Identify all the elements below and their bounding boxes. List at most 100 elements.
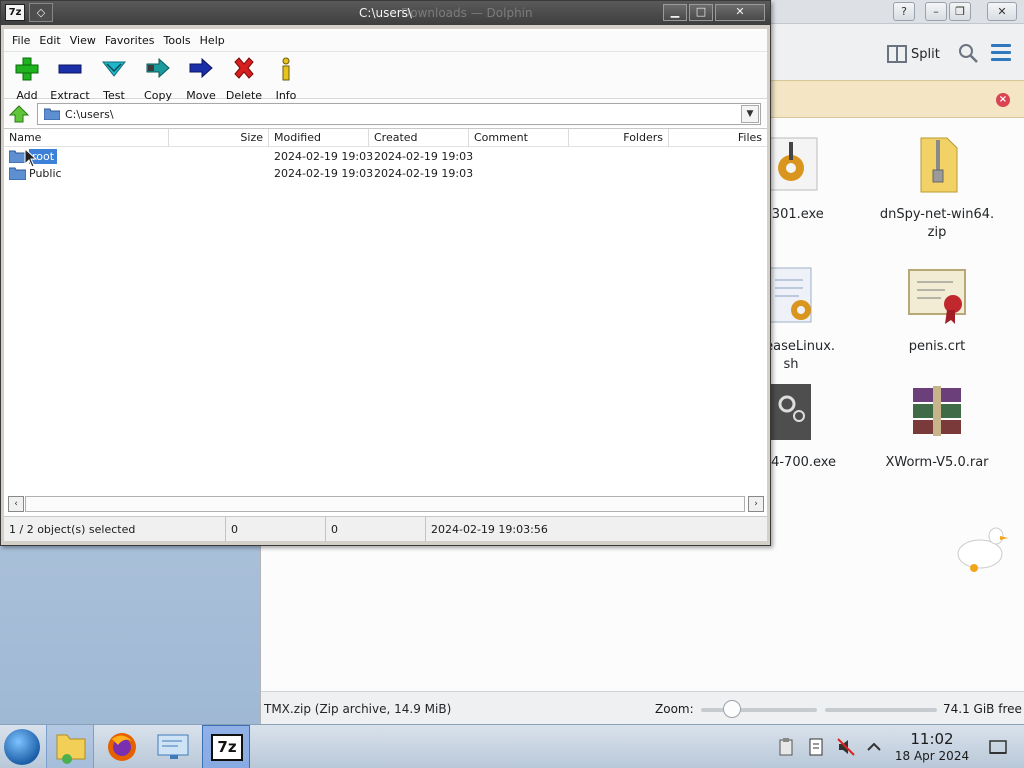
scrollbar-track[interactable] [25, 496, 745, 512]
menu-view[interactable]: View [67, 31, 102, 51]
sevenzip-window: Downloads — Dolphin C:\users\ 7z ◇ ▁ □ ✕… [0, 0, 771, 546]
scroll-right-icon[interactable]: › [748, 496, 764, 512]
split-view-icon [887, 45, 907, 63]
menu-help[interactable]: Help [197, 31, 231, 51]
column-header-modified[interactable]: Modified [269, 129, 369, 147]
file-list: Name Size Modified Created Comment Folde… [4, 128, 767, 513]
close-button[interactable]: ✕ [715, 4, 765, 21]
minimize-button[interactable]: – [925, 2, 947, 21]
hamburger-menu-icon[interactable] [991, 44, 1011, 62]
menu-favorites[interactable]: Favorites [102, 31, 161, 51]
sevenzip-client-area: File Edit View Favorites Tools Help Add … [4, 29, 767, 542]
monitor-settings-icon [157, 734, 189, 759]
window-title: C:\users\ [359, 6, 412, 20]
copy-arrow-icon [146, 57, 170, 79]
show-desktop-icon[interactable] [988, 737, 1008, 757]
close-button[interactable]: ✕ [987, 2, 1017, 21]
up-arrow-icon[interactable] [8, 104, 30, 124]
desktop-goose-icon [957, 527, 1008, 572]
maximize-button[interactable]: ❐ [949, 2, 971, 21]
column-header-name[interactable]: Name [4, 129, 169, 147]
help-button[interactable]: ? [893, 2, 915, 21]
column-header-size[interactable]: Size [169, 129, 269, 147]
chevron-up-icon[interactable] [864, 737, 884, 757]
taskbar-7zip[interactable]: 7z [202, 725, 250, 768]
taskbar: 7z 11:02 18 Apr 2024 [0, 724, 1024, 768]
taskbar-file-manager[interactable] [46, 725, 94, 768]
scroll-left-icon[interactable]: ‹ [8, 496, 24, 512]
copy-button[interactable]: Copy [136, 54, 180, 102]
clock-time[interactable]: 11:02 [902, 730, 962, 748]
zoom-slider-track[interactable] [701, 708, 817, 712]
status-date: 2024-02-19 19:03:56 [431, 523, 548, 536]
banner-close-icon[interactable]: × [996, 93, 1010, 107]
sevenzip-app-icon[interactable]: 7z [5, 4, 25, 21]
horizontal-scrollbar[interactable]: ‹ › [8, 496, 765, 514]
zip-icon [920, 137, 958, 193]
column-header-comment[interactable]: Comment [469, 129, 569, 147]
file-item[interactable]: XWorm-V5.0.rar [877, 382, 997, 472]
split-button[interactable]: Split [887, 42, 940, 66]
status-bar: 1 / 2 object(s) selected 0 0 2024-02-19 … [4, 516, 767, 542]
taskbar-firefox[interactable] [98, 725, 146, 768]
toolbar: Add Extract Test Copy Move Delete Info [4, 51, 767, 102]
test-button[interactable]: Test [92, 54, 136, 102]
file-item[interactable]: dnSpy-net-win64. zip [877, 134, 997, 242]
menu-edit[interactable]: Edit [36, 31, 66, 51]
split-label: Split [911, 46, 940, 62]
folder-icon [9, 167, 26, 180]
notes-tray-icon[interactable] [806, 737, 826, 757]
file-label: penis.crt [908, 339, 966, 354]
column-headers: Name Size Modified Created Comment Folde… [4, 129, 767, 147]
rar-icon [913, 386, 961, 436]
checkmark-icon [101, 61, 127, 77]
row-created: 2024-02-19 19:03 [374, 167, 474, 180]
sevenzip-titlebar[interactable]: Downloads — Dolphin C:\users\ 7z ◇ ▁ □ ✕ [1, 1, 770, 25]
zoom-slider-handle[interactable] [723, 700, 741, 718]
column-header-folders[interactable]: Folders [569, 129, 669, 147]
minus-icon [58, 64, 82, 74]
extract-button[interactable]: Extract [48, 54, 92, 102]
free-space-text: 74.1 GiB free [943, 702, 1022, 716]
delete-button[interactable]: Delete [222, 54, 266, 102]
search-icon[interactable] [957, 42, 979, 64]
table-row[interactable]: Public 2024-02-19 19:03 2024-02-19 19:03 [4, 165, 767, 182]
path-combobox[interactable]: C:\users\ ▼ [37, 103, 761, 125]
zoom-label: Zoom: [655, 702, 694, 716]
dolphin-statusbar: TMX.zip (Zip archive, 14.9 MiB) Zoom: 74… [261, 692, 1024, 724]
folder-icon [44, 108, 60, 120]
status-packed-size: 0 [326, 517, 426, 542]
minimize-button[interactable]: ▁ [663, 4, 687, 21]
column-header-created[interactable]: Created [369, 129, 469, 147]
menu-bar: File Edit View Favorites Tools Help [4, 31, 767, 51]
move-arrow-icon [189, 57, 213, 79]
menu-tools[interactable]: Tools [161, 31, 197, 51]
volume-muted-icon[interactable] [836, 737, 856, 757]
info-icon [282, 57, 290, 81]
info-button[interactable]: Info [264, 54, 308, 102]
clipboard-tray-icon[interactable] [776, 737, 796, 757]
certificate-icon [908, 269, 966, 324]
chevron-down-icon[interactable]: ▼ [741, 105, 759, 123]
menu-file[interactable]: File [9, 31, 36, 51]
path-text: C:\users\ [65, 108, 114, 121]
file-label: dnSpy-net-win64. zip [879, 207, 995, 240]
add-button[interactable]: Add [5, 54, 49, 102]
start-menu-icon[interactable] [4, 729, 40, 765]
free-space-bar [825, 708, 937, 712]
address-bar: C:\users\ ▼ [4, 101, 767, 127]
move-button[interactable]: Move [179, 54, 223, 102]
sevenzip-taskbar-icon: 7z [211, 734, 243, 761]
file-label: XWorm-V5.0.rar [885, 455, 989, 470]
row-modified: 2024-02-19 19:03 [274, 150, 374, 163]
clock-date[interactable]: 18 Apr 2024 [892, 749, 972, 763]
taskbar-system-settings[interactable] [150, 725, 198, 768]
file-manager-icon [56, 734, 86, 764]
maximize-button[interactable]: □ [689, 4, 713, 21]
table-row[interactable]: root 2024-02-19 19:03 2024-02-19 19:03 [4, 148, 767, 165]
file-item[interactable]: penis.crt [877, 266, 997, 356]
delete-x-icon [234, 57, 254, 79]
window-menu-icon[interactable]: ◇ [29, 3, 53, 22]
selected-file-info: TMX.zip (Zip archive, 14.9 MiB) [264, 702, 452, 716]
column-header-files[interactable]: Files [669, 129, 767, 147]
